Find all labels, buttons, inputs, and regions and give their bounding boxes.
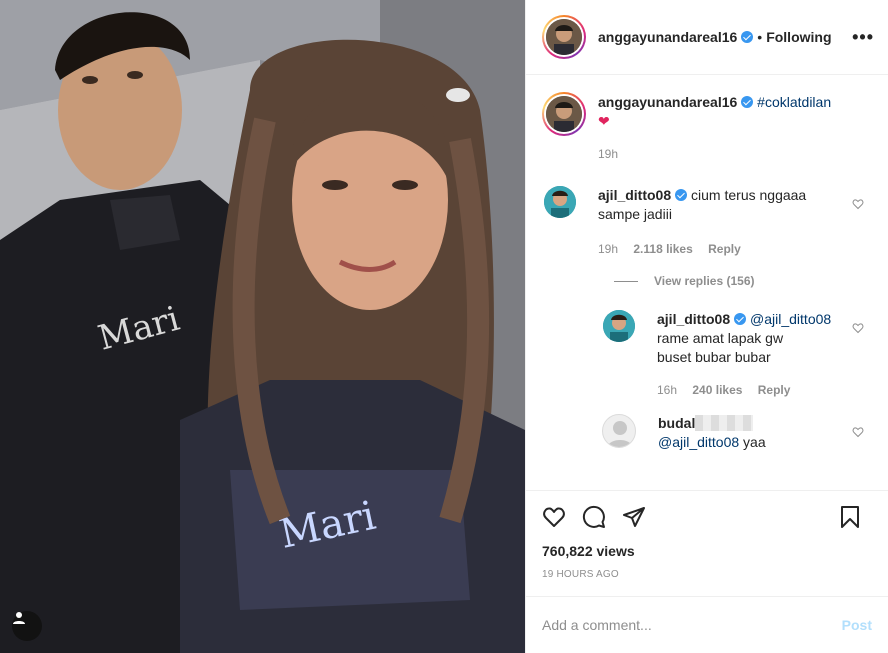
comment-reply-button[interactable]: Reply <box>708 242 741 256</box>
view-count[interactable]: 760,822 views <box>542 543 872 559</box>
view-replies-label: View replies (156) <box>654 274 755 288</box>
caption-username[interactable]: anggayunandareal16 <box>598 94 737 110</box>
author-avatar[interactable] <box>542 15 586 59</box>
verified-badge-icon <box>741 96 754 108</box>
post-details-panel: anggayunandareal16 • Following ••• anggayu… <box>525 0 888 653</box>
reply-text-line1: rame amat lapak gw <box>657 330 784 346</box>
post-header: anggayunandareal16 • Following ••• <box>526 0 888 75</box>
caption-avatar[interactable] <box>542 92 586 136</box>
user-tag-icon[interactable] <box>12 611 42 641</box>
redacted-username-blur <box>695 415 754 431</box>
verified-badge-icon <box>675 189 688 201</box>
post-timestamp[interactable]: 19 HOURS AGO <box>542 569 872 580</box>
like-heart-icon[interactable] <box>542 505 566 529</box>
reply-text-line2: buset bubar bubar <box>657 349 771 365</box>
comment-likes[interactable]: 2.118 likes <box>633 242 692 256</box>
add-comment-bar: Post <box>526 596 888 653</box>
post-video[interactable]: Mari Mari <box>0 0 525 653</box>
comment-time[interactable]: 19h <box>598 242 618 256</box>
reply-username[interactable]: ajil_ditto08 <box>657 311 730 327</box>
reply-avatar[interactable] <box>603 310 635 342</box>
reply-username[interactable]: budal <box>658 415 695 431</box>
reply-mention[interactable]: @ajil_ditto08 <box>750 311 831 327</box>
following-button[interactable]: Following <box>766 29 831 45</box>
reply-item: ajil_ditto08 @ajil_ditto08 rame amat lap… <box>603 310 872 400</box>
reply-mention[interactable]: @ajil_ditto08 <box>658 434 739 450</box>
comments-section: anggayunandareal16 #coklatdilan ❤ 19h aj… <box>526 76 888 489</box>
view-replies-button[interactable]: View replies (156) <box>614 274 872 288</box>
like-reply-heart-icon[interactable] <box>852 322 864 334</box>
comment-username[interactable]: ajil_ditto08 <box>598 187 671 203</box>
reply-reply-button[interactable]: Reply <box>758 383 791 397</box>
comment-bubble-icon[interactable] <box>582 505 606 529</box>
post-actions: 760,822 views 19 HOURS AGO <box>526 490 888 580</box>
comment-avatar[interactable] <box>544 186 576 218</box>
caption-emoji: ❤ <box>598 113 610 129</box>
video-frame-illustration: Mari Mari <box>0 0 525 653</box>
reply-text: yaa <box>743 434 766 450</box>
comment-text-line2: sampe jadiii <box>598 206 672 222</box>
separator-dot: • <box>757 29 763 45</box>
action-icons <box>542 491 872 543</box>
author-username[interactable]: anggayunandareal16 <box>598 29 737 45</box>
reply-item: budal @ajil_ditto08 yaa <box>602 414 872 452</box>
like-comment-heart-icon[interactable] <box>852 198 864 210</box>
verified-badge-icon <box>734 313 747 325</box>
reply-avatar-default[interactable] <box>602 414 636 448</box>
reply-time[interactable]: 16h <box>657 383 677 397</box>
reply-likes[interactable]: 240 likes <box>692 383 742 397</box>
save-bookmark-icon[interactable] <box>838 505 862 529</box>
like-reply-heart-icon[interactable] <box>852 426 864 438</box>
view-replies-line <box>614 280 638 282</box>
more-options-icon[interactable]: ••• <box>852 27 874 48</box>
comment-input[interactable] <box>542 617 842 633</box>
caption: anggayunandareal16 #coklatdilan ❤ 19h <box>542 92 872 164</box>
post-comment-button[interactable]: Post <box>842 617 872 633</box>
share-paper-plane-icon[interactable] <box>622 505 646 529</box>
verified-badge-icon <box>741 31 754 43</box>
comment-text-line1: cium terus nggaaa <box>691 187 807 203</box>
caption-hashtag[interactable]: #coklatdilan <box>757 94 831 110</box>
caption-time[interactable]: 19h <box>598 147 618 161</box>
comment-item: ajil_ditto08 cium terus nggaaa sampe jad… <box>542 186 872 259</box>
